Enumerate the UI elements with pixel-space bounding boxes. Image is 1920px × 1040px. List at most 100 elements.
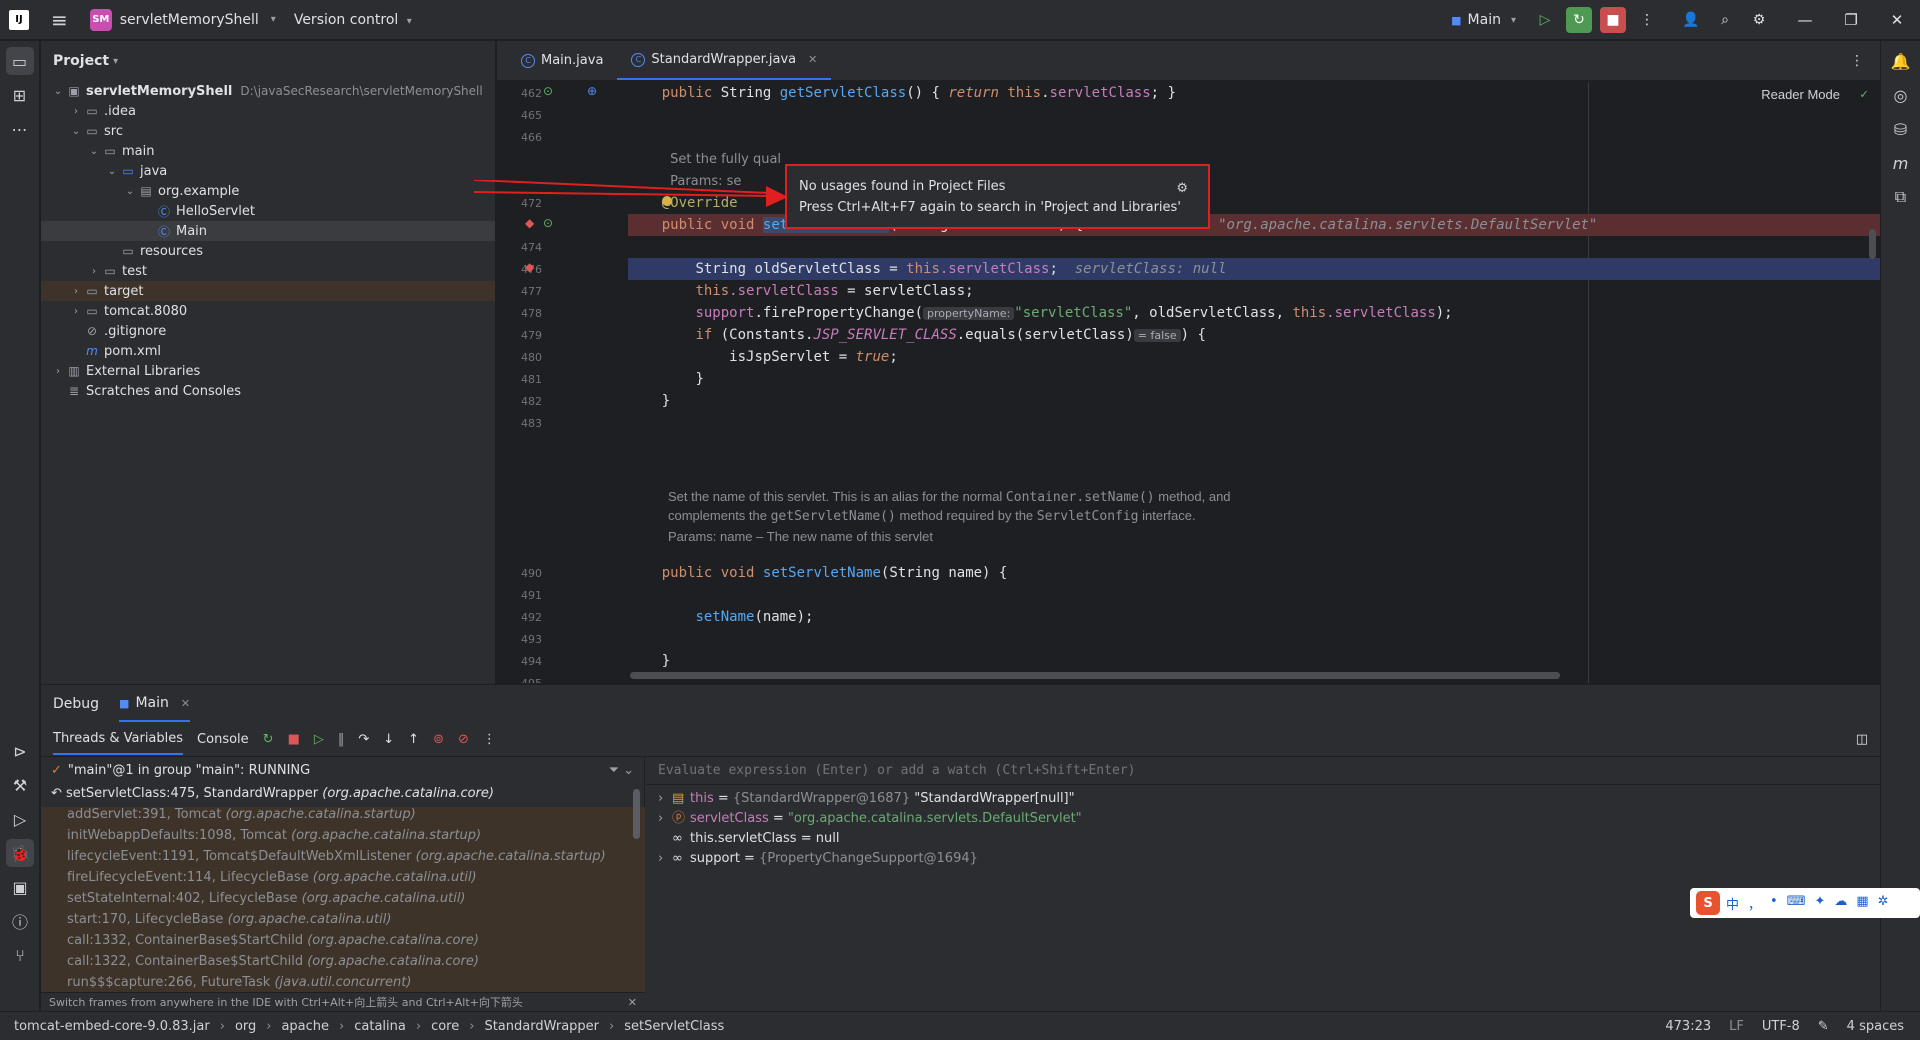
chevron-right-icon[interactable]: › <box>69 306 83 317</box>
evaluate-expression-input[interactable]: Evaluate expression (Enter) or add a wat… <box>646 757 1880 785</box>
readonly-toggle-icon[interactable]: ✎ <box>1818 1019 1829 1034</box>
close-tab-icon[interactable]: ✕ <box>808 53 817 66</box>
ai-assistant-icon[interactable]: ◎ <box>1887 81 1915 109</box>
problems-icon[interactable]: ⓘ <box>6 907 34 935</box>
layout-icon[interactable]: ◫ <box>1856 732 1868 747</box>
ime-button[interactable]: • <box>1770 894 1778 913</box>
chevron-right-icon[interactable]: › <box>658 809 672 829</box>
mute-breakpoints-icon[interactable]: ⊘ <box>458 732 469 747</box>
tree-item[interactable]: ⊘ .gitignore <box>41 321 495 341</box>
horizontal-scrollbar[interactable] <box>630 672 1560 679</box>
settings-gear-icon[interactable]: ⚙ <box>1176 178 1188 199</box>
chevron-down-icon[interactable]: ⌄ <box>69 126 83 137</box>
breadcrumb-item[interactable]: StandardWrapper <box>484 1019 599 1034</box>
file-encoding[interactable]: UTF-8 <box>1762 1019 1800 1034</box>
close-icon[interactable]: ✕ <box>628 993 637 1013</box>
build-icon[interactable]: ⚒ <box>6 771 34 799</box>
notifications-icon[interactable]: 🔔 <box>1887 47 1915 75</box>
minimize-button[interactable]: — <box>1782 0 1828 40</box>
chevron-down-icon[interactable]: ⌄ <box>51 86 65 97</box>
tab-threads-variables[interactable]: Threads & Variables <box>53 724 184 755</box>
ime-button[interactable]: ✦ <box>1814 894 1825 913</box>
stack-frame[interactable]: fireLifecycleEvent:114, LifecycleBase (o… <box>41 867 644 888</box>
breadcrumb-item[interactable]: setServletClass <box>624 1019 724 1034</box>
database-icon[interactable]: ⛁ <box>1887 115 1915 143</box>
override-icon[interactable]: ⊙ <box>543 84 553 98</box>
stack-frame[interactable]: call:1322, ContainerBase$StartChild (org… <box>41 951 644 972</box>
tab-options-icon[interactable]: ⋮ <box>1850 41 1880 80</box>
tree-item[interactable]: ⌄ ▣ servletMemoryShell D:\javaSecResearch\s… <box>41 81 495 101</box>
resume-icon[interactable]: ▷ <box>1532 7 1558 33</box>
add-user-icon[interactable]: 👤 <box>1678 7 1704 33</box>
chevron-right-icon[interactable]: › <box>69 286 83 297</box>
version-control-menu[interactable]: Version control ▾ <box>294 12 412 28</box>
line-separator[interactable]: LF <box>1729 1019 1744 1034</box>
vertical-scrollbar[interactable] <box>1869 229 1876 259</box>
rerun-debug-button[interactable]: ↻ <box>1566 7 1592 33</box>
stack-frame[interactable]: start:170, LifecycleBase (org.apache.cat… <box>41 909 644 930</box>
tree-item[interactable]: › ▭ .idea <box>41 101 495 121</box>
chevron-down-icon[interactable]: ⌄ <box>87 146 101 157</box>
tree-item[interactable]: ≣ Scratches and Consoles <box>41 381 495 401</box>
stack-frame[interactable]: call:1332, ContainerBase$StartChild (org… <box>41 930 644 951</box>
tab-console[interactable]: Console <box>197 732 249 747</box>
chevron-right-icon[interactable]: › <box>658 849 672 869</box>
more-icon[interactable]: ⋮ <box>483 732 496 747</box>
restore-button[interactable]: ❐ <box>1828 0 1874 40</box>
tree-item[interactable]: m pom.xml <box>41 341 495 361</box>
stack-frame[interactable]: setStateInternal:402, LifecycleBase (org… <box>41 888 644 909</box>
tree-item[interactable]: ▭ resources <box>41 241 495 261</box>
thread-selector[interactable]: ✓ "main"@1 in group "main": RUNNING ⏷ ⌄ <box>41 757 644 783</box>
breadcrumb-item[interactable]: apache <box>281 1019 329 1034</box>
close-tab-icon[interactable]: ✕ <box>181 697 190 710</box>
stop-button[interactable]: ■ <box>1600 7 1626 33</box>
project-selector[interactable]: SM servletMemoryShell ▾ <box>89 8 276 31</box>
chevron-right-icon[interactable]: › <box>51 366 65 377</box>
tree-item[interactable]: ⌄ ▭ src <box>41 121 495 141</box>
variable-row[interactable]: ∞ this.servletClass = null <box>646 829 1880 849</box>
usages-icon[interactable]: ⊕ <box>587 84 597 98</box>
tree-item[interactable]: › ▭ target <box>41 281 495 301</box>
tree-item[interactable]: Ⓒ HelloServlet <box>41 201 495 221</box>
tree-item[interactable]: ⌄ ▭ main <box>41 141 495 161</box>
filter-icon[interactable]: ⏷ ⌄ <box>609 763 634 778</box>
git-icon[interactable]: ⑂ <box>6 941 34 969</box>
close-window-button[interactable]: ✕ <box>1874 0 1920 40</box>
intellij-logo[interactable]: IJ <box>9 9 29 30</box>
breadcrumb-item[interactable]: catalina <box>354 1019 406 1034</box>
tab-main-session[interactable]: ■ Main ✕ <box>119 686 191 722</box>
breadcrumb-item[interactable]: org <box>235 1019 256 1034</box>
ime-button[interactable]: ✲ <box>1878 894 1889 913</box>
tree-item[interactable]: ⌄ ▤ org.example <box>41 181 495 201</box>
tree-item[interactable]: › ▭ test <box>41 261 495 281</box>
ime-button[interactable]: ☁ <box>1834 894 1847 913</box>
variable-row[interactable]: › ∞ support = {PropertyChangeSupport@1694} <box>646 849 1880 869</box>
main-menu-icon[interactable]: ≡ <box>51 8 68 32</box>
tree-item[interactable]: › ▥ External Libraries <box>41 361 495 381</box>
stack-frame[interactable]: initWebappDefaults:1098, Tomcat (org.apa… <box>41 825 644 846</box>
chevron-down-icon[interactable]: ⌄ <box>123 186 137 197</box>
ime-toolbar[interactable]: S 中 ， • ⌨ ✦ ☁ ▦ ✲ <box>1690 888 1920 918</box>
services-icon[interactable]: ⊳ <box>6 737 34 765</box>
breakpoint-icon[interactable]: ◆ <box>525 260 534 274</box>
variable-row[interactable]: › ⓟ servletClass = "org.apache.catalina.se… <box>646 809 1880 829</box>
tab-standardwrapper-java[interactable]: C StandardWrapper.java ✕ <box>617 41 832 80</box>
maven-icon[interactable]: m <box>1887 149 1915 177</box>
rerun-icon[interactable]: ↻ <box>263 732 274 747</box>
debug-tool-icon[interactable]: 🐞 <box>6 839 34 867</box>
variable-row[interactable]: › ▤ this = {StandardWrapper@1687} "Standar… <box>646 789 1880 809</box>
stack-frame[interactable]: ↶ setServletClass:475, StandardWrapper (… <box>41 783 644 804</box>
project-panel-header[interactable]: Project ▾ <box>41 41 495 81</box>
frames-scrollbar[interactable] <box>633 789 640 839</box>
stop-icon[interactable]: ■ <box>288 732 300 747</box>
run-config-selector[interactable]: ■ Main ▾ <box>1451 12 1516 28</box>
caret-position[interactable]: 473:23 <box>1665 1019 1711 1034</box>
indent-setting[interactable]: 4 spaces <box>1847 1019 1904 1034</box>
chevron-right-icon[interactable]: › <box>87 266 101 277</box>
ime-button[interactable]: 中 <box>1726 894 1739 913</box>
stack-frame[interactable]: addServlet:391, Tomcat (org.apache.catal… <box>41 804 644 825</box>
ime-button[interactable]: ▦ <box>1856 894 1868 913</box>
tree-item[interactable]: Ⓒ Main <box>41 221 495 241</box>
stack-frame[interactable]: run$$$capture:266, FutureTask (java.util… <box>41 972 644 993</box>
tree-item[interactable]: › ▭ tomcat.8080 <box>41 301 495 321</box>
